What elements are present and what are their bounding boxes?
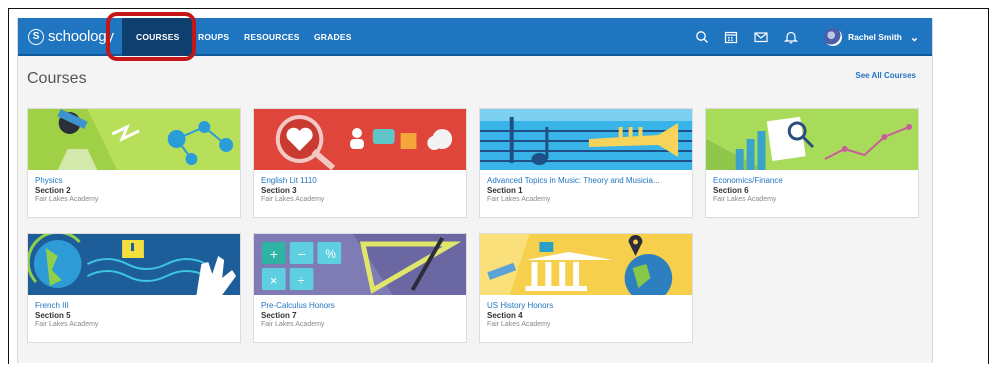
tab-resources[interactable]: RESOURCES	[244, 18, 300, 56]
search-icon[interactable]	[695, 30, 709, 44]
french-illustration	[28, 234, 240, 295]
svg-text:×: ×	[270, 273, 278, 288]
courses-highlight-callout	[106, 12, 196, 61]
logo-badge-icon: S	[28, 28, 44, 45]
course-card-french[interactable]: French III Section 5 Fair Lakes Academy	[27, 233, 241, 343]
course-section: Section 4	[487, 311, 523, 320]
logo-text: schoology	[48, 28, 114, 45]
svg-text:+: +	[270, 246, 278, 262]
course-section: Section 7	[261, 311, 297, 320]
course-section: Section 2	[35, 186, 71, 195]
card-info: Physics Section 2 Fair Lakes Academy	[28, 170, 240, 217]
course-section: Section 6	[713, 186, 749, 195]
course-school: Fair Lakes Academy	[35, 321, 99, 328]
card-info: Economics/Finance Section 6 Fair Lakes A…	[706, 170, 918, 217]
svg-text:%: %	[325, 247, 336, 261]
course-school: Fair Lakes Academy	[261, 196, 325, 203]
page-title: Courses	[27, 70, 87, 87]
course-card-precalculus[interactable]: + − % × ÷ Pre-Calculus Honors Section 7 …	[253, 233, 467, 343]
course-school: Fair Lakes Academy	[35, 196, 99, 203]
card-info: English Lit 1110 Section 3 Fair Lakes Ac…	[254, 170, 466, 217]
course-school: Fair Lakes Academy	[713, 196, 777, 203]
course-name[interactable]: Physics	[35, 176, 233, 185]
chevron-down-icon: ⌄	[909, 31, 920, 44]
music-illustration	[480, 109, 692, 170]
course-section: Section 3	[261, 186, 297, 195]
course-section: Section 5	[35, 311, 71, 320]
course-name[interactable]: Economics/Finance	[713, 176, 911, 185]
mail-icon[interactable]	[754, 30, 768, 44]
card-info: US History Honors Section 4 Fair Lakes A…	[480, 295, 692, 342]
card-info: Pre-Calculus Honors Section 7 Fair Lakes…	[254, 295, 466, 342]
course-school: Fair Lakes Academy	[487, 196, 551, 203]
course-name[interactable]: French III	[35, 301, 233, 310]
tab-grades[interactable]: GRADES	[314, 18, 352, 56]
english-illustration	[254, 109, 466, 170]
course-name[interactable]: Advanced Topics in Music: Theory and Mus…	[487, 176, 685, 185]
card-info: French III Section 5 Fair Lakes Academy	[28, 295, 240, 342]
course-card-english[interactable]: English Lit 1110 Section 3 Fair Lakes Ac…	[253, 108, 467, 218]
physics-illustration	[28, 109, 240, 170]
math-illustration: + − % × ÷	[254, 234, 466, 295]
calendar-icon[interactable]	[724, 30, 738, 44]
course-name[interactable]: English Lit 1110	[261, 176, 459, 185]
course-card-music[interactable]: Advanced Topics in Music: Theory and Mus…	[479, 108, 693, 218]
course-school: Fair Lakes Academy	[261, 321, 325, 328]
card-info: Advanced Topics in Music: Theory and Mus…	[480, 170, 692, 217]
course-card-physics[interactable]: Physics Section 2 Fair Lakes Academy	[27, 108, 241, 218]
schoology-logo[interactable]: S schoology	[28, 28, 114, 45]
course-card-economics[interactable]: Economics/Finance Section 6 Fair Lakes A…	[705, 108, 919, 218]
user-menu[interactable]: Rachel Smith ⌄	[824, 26, 919, 48]
course-card-us-history[interactable]: US History Honors Section 4 Fair Lakes A…	[479, 233, 693, 343]
history-illustration	[480, 234, 692, 295]
economics-illustration	[706, 109, 918, 170]
course-name[interactable]: US History Honors	[487, 301, 685, 310]
bell-icon[interactable]	[784, 30, 798, 44]
schoology-app: S schoology COURSES ROUPS RESOURCES GRAD…	[17, 18, 933, 363]
see-all-courses-link[interactable]: See All Courses	[855, 71, 916, 80]
course-school: Fair Lakes Academy	[487, 321, 551, 328]
tab-groups[interactable]: ROUPS	[198, 18, 229, 56]
svg-text:−: −	[298, 246, 306, 262]
avatar	[824, 28, 842, 46]
svg-text:÷: ÷	[298, 273, 305, 288]
user-name: Rachel Smith	[848, 32, 902, 42]
course-name[interactable]: Pre-Calculus Honors	[261, 301, 459, 310]
course-section: Section 1	[487, 186, 523, 195]
